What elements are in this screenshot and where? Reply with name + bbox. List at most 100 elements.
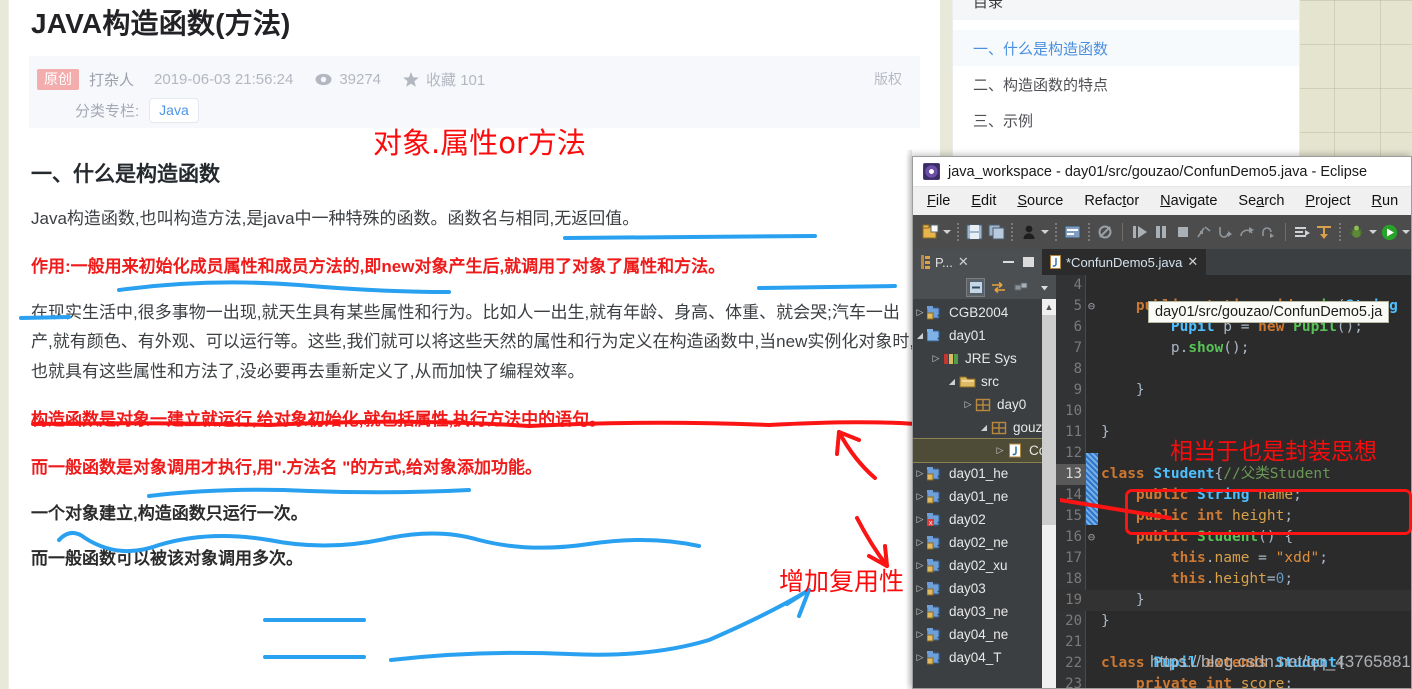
debug-bug-icon[interactable] <box>1347 222 1366 242</box>
chevron-right-icon[interactable]: ▷ <box>913 514 927 525</box>
code-line[interactable]: 21 <box>1056 632 1411 653</box>
chevron-right-icon[interactable]: ▷ <box>913 583 927 594</box>
close-icon[interactable]: ✕ <box>958 254 969 270</box>
tree-item-day01-ne[interactable]: ▷ day01_ne <box>913 485 1056 508</box>
new-file-icon[interactable] <box>921 222 940 242</box>
scroll-up-icon[interactable]: ▲ <box>1042 299 1056 315</box>
debug-person-icon[interactable] <box>1019 222 1038 242</box>
suspend-icon[interactable] <box>1151 222 1170 242</box>
menu-search[interactable]: Search <box>1238 193 1284 209</box>
copyright-link[interactable]: 版权 <box>874 69 906 89</box>
tree-item-day04-ne[interactable]: ▷ day04_ne <box>913 623 1056 646</box>
tree-item-day02-ne[interactable]: ▷ day02_ne <box>913 531 1056 554</box>
run-dropdown-caret-icon[interactable] <box>1401 222 1411 242</box>
run-icon[interactable] <box>1380 222 1399 242</box>
menu-file[interactable]: File <box>927 193 950 209</box>
toc-item-2[interactable]: 二、构造函数的特点 <box>953 66 1299 102</box>
code-editor[interactable]: 45⊖ public static void main(String6 Pupi… <box>1056 275 1411 688</box>
maximize-icon[interactable] <box>1023 257 1034 267</box>
view-dropdown-icon[interactable] <box>1035 278 1054 297</box>
next-statement-icon[interactable] <box>1293 222 1312 242</box>
menu-navigate[interactable]: Navigate <box>1160 193 1217 209</box>
close-icon[interactable]: ✕ <box>1187 254 1198 270</box>
explorer-scrollbar[interactable]: ▲ <box>1042 299 1056 688</box>
scrollbar-thumb[interactable] <box>1042 315 1056 525</box>
chevron-right-icon[interactable]: ▷ <box>913 652 927 663</box>
tree-item-day01[interactable]: ◢ day01 <box>913 324 1056 347</box>
drop-to-frame-icon[interactable] <box>1314 222 1333 242</box>
chevron-right-icon[interactable]: ▷ <box>961 399 975 410</box>
step-return-icon[interactable] <box>1259 222 1278 242</box>
tree-item-day0[interactable]: ▷ day0 <box>913 393 1056 416</box>
code-line[interactable]: 9 } <box>1056 380 1411 401</box>
chevron-down-icon[interactable]: ◢ <box>945 377 959 386</box>
link-with-editor-icon[interactable] <box>989 278 1008 297</box>
tree-item-jre-sys[interactable]: ▷ JRE Sys <box>913 347 1056 370</box>
author-name[interactable]: 打杂人 <box>89 69 134 90</box>
tree-item-day04-t[interactable]: ▷ day04_T <box>913 646 1056 669</box>
chevron-right-icon[interactable]: ▷ <box>913 491 927 502</box>
step-over-icon[interactable] <box>1237 222 1256 242</box>
tree-item-day01-he[interactable]: ▷ day01_he <box>913 462 1056 485</box>
code-line[interactable]: 7 p.show(); <box>1056 338 1411 359</box>
chevron-right-icon[interactable]: ▷ <box>993 445 1007 456</box>
view-menu-icon[interactable] <box>1012 278 1031 297</box>
debug-dropdown-caret-icon[interactable] <box>1040 222 1050 242</box>
chevron-down-icon[interactable]: ◢ <box>977 423 991 432</box>
tree-item-cgb2004[interactable]: ▷ CGB2004 <box>913 301 1056 324</box>
skip-breakpoints-icon[interactable] <box>1096 222 1115 242</box>
tree-item-gouz[interactable]: ◢ gouz <box>913 416 1056 439</box>
chevron-right-icon[interactable]: ▷ <box>913 537 927 548</box>
tree-item-day03[interactable]: ▷ day03 <box>913 577 1056 600</box>
breakpoint-marker-icon[interactable]: ⊖ <box>1086 296 1097 317</box>
chevron-right-icon[interactable]: ▷ <box>913 606 927 617</box>
menu-run[interactable]: Run <box>1372 193 1399 209</box>
chevron-right-icon[interactable]: ▷ <box>913 468 927 479</box>
chevron-right-icon[interactable]: ▷ <box>913 560 927 571</box>
step-into-icon[interactable] <box>1216 222 1235 242</box>
terminate-icon[interactable] <box>1173 222 1192 242</box>
breakpoint-marker-icon[interactable]: ⊖ <box>1086 527 1097 548</box>
menu-refactor[interactable]: Refactor <box>1084 193 1139 209</box>
menu-edit[interactable]: Edit <box>971 193 996 209</box>
tab-project-explorer[interactable]: P... ✕ <box>913 249 995 275</box>
tree-item-day03-ne[interactable]: ▷ day03_ne <box>913 600 1056 623</box>
chevron-down-icon[interactable]: ◢ <box>913 331 927 340</box>
code-line[interactable]: 23 private int score; <box>1056 674 1411 688</box>
eclipse-titlebar[interactable]: java_workspace - day01/src/gouzao/Confun… <box>913 157 1411 187</box>
collapse-all-icon[interactable] <box>966 277 985 297</box>
new-file-dropdown-caret-icon[interactable] <box>942 222 952 242</box>
save-icon[interactable] <box>965 222 984 242</box>
tab-editor-confundemo5[interactable]: *ConfunDemo5.java ✕ <box>1042 249 1207 275</box>
chevron-right-icon[interactable]: ▷ <box>913 629 927 640</box>
toc-item-3[interactable]: 三、示例 <box>953 102 1299 138</box>
tree-item-day02-xu[interactable]: ▷ day02_xu <box>913 554 1056 577</box>
collect-count-group[interactable]: 收藏 101 <box>403 69 485 90</box>
code-line[interactable]: 18 this.height=0; <box>1056 569 1411 590</box>
code-line[interactable]: 8 <box>1056 359 1411 380</box>
code-line[interactable]: 17 this.name = "xdd"; <box>1056 548 1411 569</box>
tree-item-co[interactable]: ▷ Co <box>913 438 1056 463</box>
editor-code[interactable]: 45⊖ public static void main(String6 Pupi… <box>1056 275 1411 688</box>
code-line[interactable]: 10 <box>1056 401 1411 422</box>
tree-item-day02[interactable]: ▷ x day02 <box>913 508 1056 531</box>
debug-bug-dropdown-caret-icon[interactable] <box>1368 222 1378 242</box>
code-line[interactable]: 4 <box>1056 275 1411 296</box>
toc-item-1[interactable]: 一、什么是构造函数 <box>953 30 1299 66</box>
menu-project[interactable]: Project <box>1305 193 1350 209</box>
chevron-right-icon[interactable]: ▷ <box>913 307 927 318</box>
code-line[interactable]: 19 } <box>1056 590 1411 611</box>
menu-source[interactable]: Source <box>1017 193 1063 209</box>
project-explorer-tree[interactable]: ▷ CGB2004 ◢ day01 ▷ JRE Sys ◢ src ▷ day0 ◢ gouz ▷ Co ▷… <box>913 299 1056 688</box>
disconnect-icon[interactable] <box>1194 222 1213 242</box>
page-title: JAVA构造函数(方法) <box>31 8 291 39</box>
save-all-icon[interactable] <box>987 222 1006 242</box>
minimize-icon[interactable] <box>1003 261 1014 263</box>
tree-item-src[interactable]: ◢ src <box>913 370 1056 393</box>
code-line[interactable]: 20} <box>1056 611 1411 632</box>
code-line[interactable]: 13 class Student{//父类Student <box>1056 464 1411 485</box>
column-tag-java[interactable]: Java <box>149 97 199 123</box>
console-icon[interactable] <box>1063 222 1082 242</box>
chevron-right-icon[interactable]: ▷ <box>929 353 943 364</box>
resume-icon[interactable] <box>1130 222 1149 242</box>
